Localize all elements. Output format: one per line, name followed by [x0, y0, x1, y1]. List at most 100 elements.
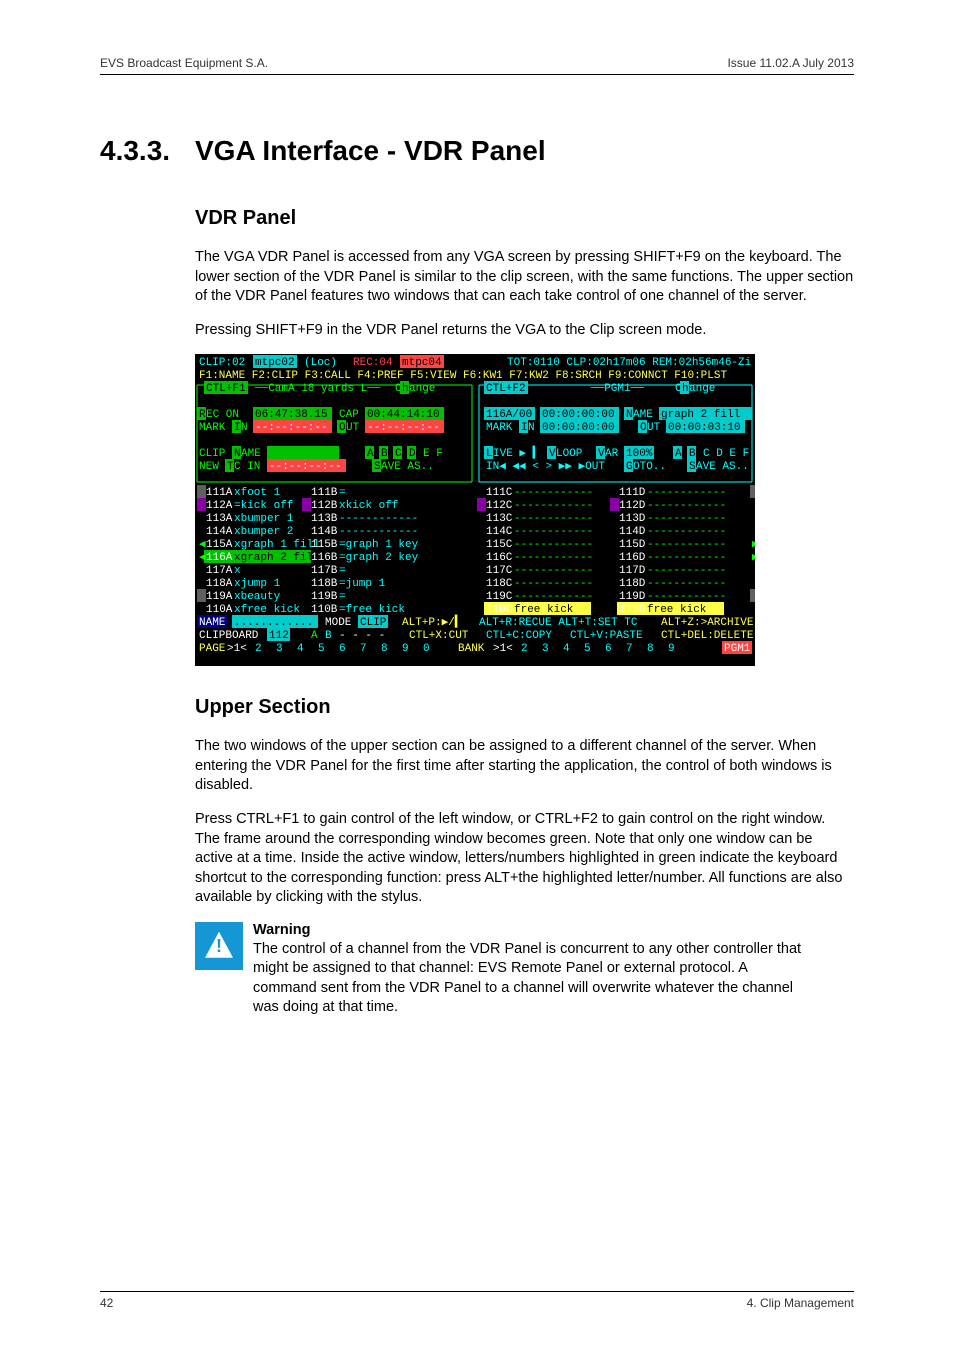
svg-text:F1:NAME F2:CLIP F3:CALL F4:PRE: F1:NAME F2:CLIP F3:CALL F4:PREF F5:VIEW … [199, 370, 727, 382]
svg-text:------------: ------------ [514, 578, 593, 590]
svg-text:mtpc04: mtpc04 [402, 357, 442, 369]
svg-text:2: 2 [521, 643, 528, 655]
svg-text:MODE: MODE [325, 617, 352, 629]
svg-text:6: 6 [605, 643, 612, 655]
svg-text:------------: ------------ [647, 500, 726, 512]
svg-text:PAGE: PAGE [199, 643, 226, 655]
svg-text:4: 4 [297, 643, 304, 655]
svg-text:------------: ------------ [647, 565, 726, 577]
svg-text:CTL+F2: CTL+F2 [486, 383, 526, 395]
svg-text:CAP: CAP [339, 409, 359, 421]
svg-text:--:--:--:--: --:--:--:-- [255, 422, 328, 434]
svg-text:graph 2 fill: graph 2 fill [661, 409, 740, 421]
svg-text:D: D [409, 448, 416, 460]
svg-text:111B: 111B [311, 487, 338, 499]
svg-text:5: 5 [584, 643, 591, 655]
svg-text:113D: 113D [619, 513, 646, 525]
svg-text:114D: 114D [619, 526, 646, 538]
svg-text:ange: ange [689, 383, 715, 395]
svg-text:------------: ------------ [647, 539, 726, 551]
svg-text:CTL+X:CUT: CTL+X:CUT [409, 630, 469, 642]
svg-text:=jump 1: =jump 1 [339, 578, 386, 590]
svg-text:AME: AME [633, 409, 653, 421]
svg-text:PGM1: PGM1 [724, 643, 751, 655]
kbd-ctrl-f2: CTRL+F2 [535, 811, 598, 827]
vdr-terminal-screenshot: CLIP:02 mtpc02 (Loc) REC:04 mtpc04TOT:01… [195, 354, 755, 666]
svg-text:119C: 119C [486, 591, 513, 603]
svg-text:118A: 118A [206, 578, 233, 590]
page-footer: 42 4. Clip Management [100, 1291, 854, 1310]
svg-text:──CamA 18 yards L──: ──CamA 18 yards L── [254, 383, 381, 395]
svg-text:100%: 100% [626, 448, 653, 460]
svg-text:N: N [528, 422, 535, 434]
svg-text:=: = [339, 565, 346, 577]
warning-title: Warning [253, 922, 813, 938]
svg-text:110A: 110A [206, 604, 233, 616]
svg-text:------------: ------------ [339, 513, 418, 525]
svg-text:>1<: >1< [493, 643, 513, 655]
svg-text:B: B [381, 448, 388, 460]
svg-text:00:00:03:10: 00:00:03:10 [668, 422, 741, 434]
kbd-shift-f9: SHIFT+F9 [633, 249, 700, 265]
upper-para-1: The two windows of the upper section can… [195, 737, 854, 796]
footer-chapter: 4. Clip Management [747, 1296, 854, 1310]
svg-text:N: N [626, 409, 633, 421]
svg-text:00:00:00:00: 00:00:00:00 [542, 422, 615, 434]
svg-text:A: A [675, 448, 682, 460]
svg-text:=kick off: =kick off [234, 500, 293, 512]
svg-text:------------: ------------ [514, 565, 593, 577]
svg-text:114A: 114A [206, 526, 233, 538]
svg-text:▶: ▶ [752, 552, 755, 564]
svg-text:B: B [325, 630, 332, 642]
warning-icon [195, 922, 243, 970]
svg-text:MARK: MARK [199, 422, 226, 434]
svg-text:V: V [549, 448, 556, 460]
svg-text:112D: 112D [619, 500, 646, 512]
svg-text:------------: ------------ [514, 539, 593, 551]
svg-text:119D: 119D [619, 591, 646, 603]
svg-text:LOOP: LOOP [556, 448, 583, 460]
warning-body: The control of a channel from the VDR Pa… [253, 940, 813, 1018]
svg-text:ALT+Z:>ARCHIVE: ALT+Z:>ARCHIVE [661, 617, 754, 629]
svg-text:3: 3 [276, 643, 283, 655]
svg-text:------------: ------------ [647, 578, 726, 590]
kbd-ctrl-f1: CTRL+F1 [236, 811, 299, 827]
vdr-para-1: The VGA VDR Panel is accessed from any V… [195, 248, 854, 307]
svg-text:xbumper 1: xbumper 1 [234, 513, 294, 525]
svg-text:xjump 1: xjump 1 [234, 578, 281, 590]
svg-text:=graph 2 key: =graph 2 key [339, 552, 419, 564]
svg-text:------------: ------------ [647, 591, 726, 603]
svg-text:IN◀ ◀◀ < > ▶▶ ▶OUT: IN◀ ◀◀ < > ▶▶ ▶OUT [486, 461, 605, 473]
svg-text:118C: 118C [486, 578, 513, 590]
svg-text:=graph 1 key: =graph 1 key [339, 539, 419, 551]
svg-text:CLIPBOARD: CLIPBOARD [199, 630, 259, 642]
svg-text:------------: ------------ [514, 591, 593, 603]
svg-text:O: O [640, 422, 647, 434]
svg-text:--:--:--:--: --:--:--:-- [367, 422, 440, 434]
svg-text:free kick: free kick [514, 604, 574, 616]
svg-text:(Loc): (Loc) [304, 357, 337, 369]
svg-text:=free kick: =free kick [339, 604, 405, 616]
svg-text:◀: ◀ [199, 552, 206, 564]
svg-text:3: 3 [542, 643, 549, 655]
svg-text:110B: 110B [311, 604, 338, 616]
upper-para-2: Press CTRL+F1 to gain control of the lef… [195, 810, 854, 908]
svg-text:xkick off: xkick off [339, 500, 398, 512]
svg-text:TOT:0110 CLP:02h17m06 REM:02h5: TOT:0110 CLP:02h17m06 REM:02h56m46-Zi [507, 357, 752, 369]
svg-text:------------: ------------ [514, 513, 593, 525]
svg-text:T: T [227, 461, 234, 473]
upper-section-heading: Upper Section [195, 696, 854, 719]
svg-text:O: O [339, 422, 346, 434]
svg-text:UT: UT [346, 422, 360, 434]
svg-text:5: 5 [318, 643, 325, 655]
svg-text:xfoot 1: xfoot 1 [234, 487, 281, 499]
svg-text:--:--:--:--: --:--:--:-- [269, 461, 342, 473]
svg-text:9: 9 [668, 643, 675, 655]
svg-text:AME: AME [241, 448, 261, 460]
svg-text:▶: ▶ [752, 539, 755, 551]
svg-text:CLIP: CLIP [199, 448, 226, 460]
svg-text:------------: ------------ [647, 526, 726, 538]
svg-text:113B: 113B [311, 513, 338, 525]
svg-text:L: L [486, 448, 493, 460]
svg-text:=: = [339, 487, 346, 499]
